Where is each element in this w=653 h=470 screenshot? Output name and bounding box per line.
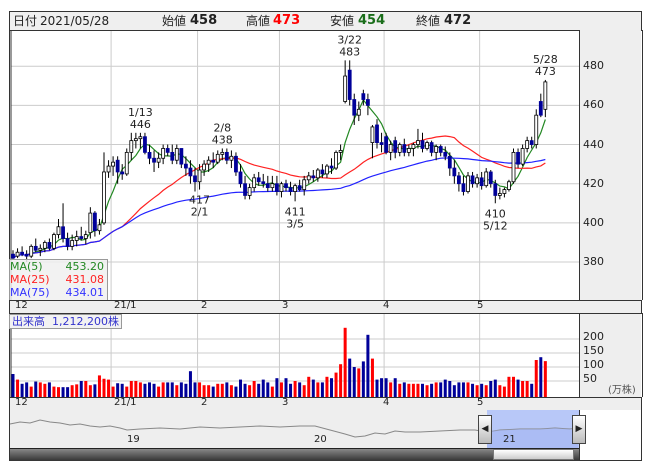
navigator-year: 20 [314,434,327,445]
caret-right-icon: ▶ [575,424,583,434]
scrollbar-thumb[interactable] [493,449,574,460]
caret-left-icon: ◀ [481,424,489,434]
navigator-left-handle[interactable]: ◀ [478,415,492,444]
navigator-line [9,419,579,448]
navigator-right-handle[interactable]: ▶ [572,415,586,444]
navigator-year: 19 [127,434,140,445]
navigator-year: 21 [503,434,516,445]
